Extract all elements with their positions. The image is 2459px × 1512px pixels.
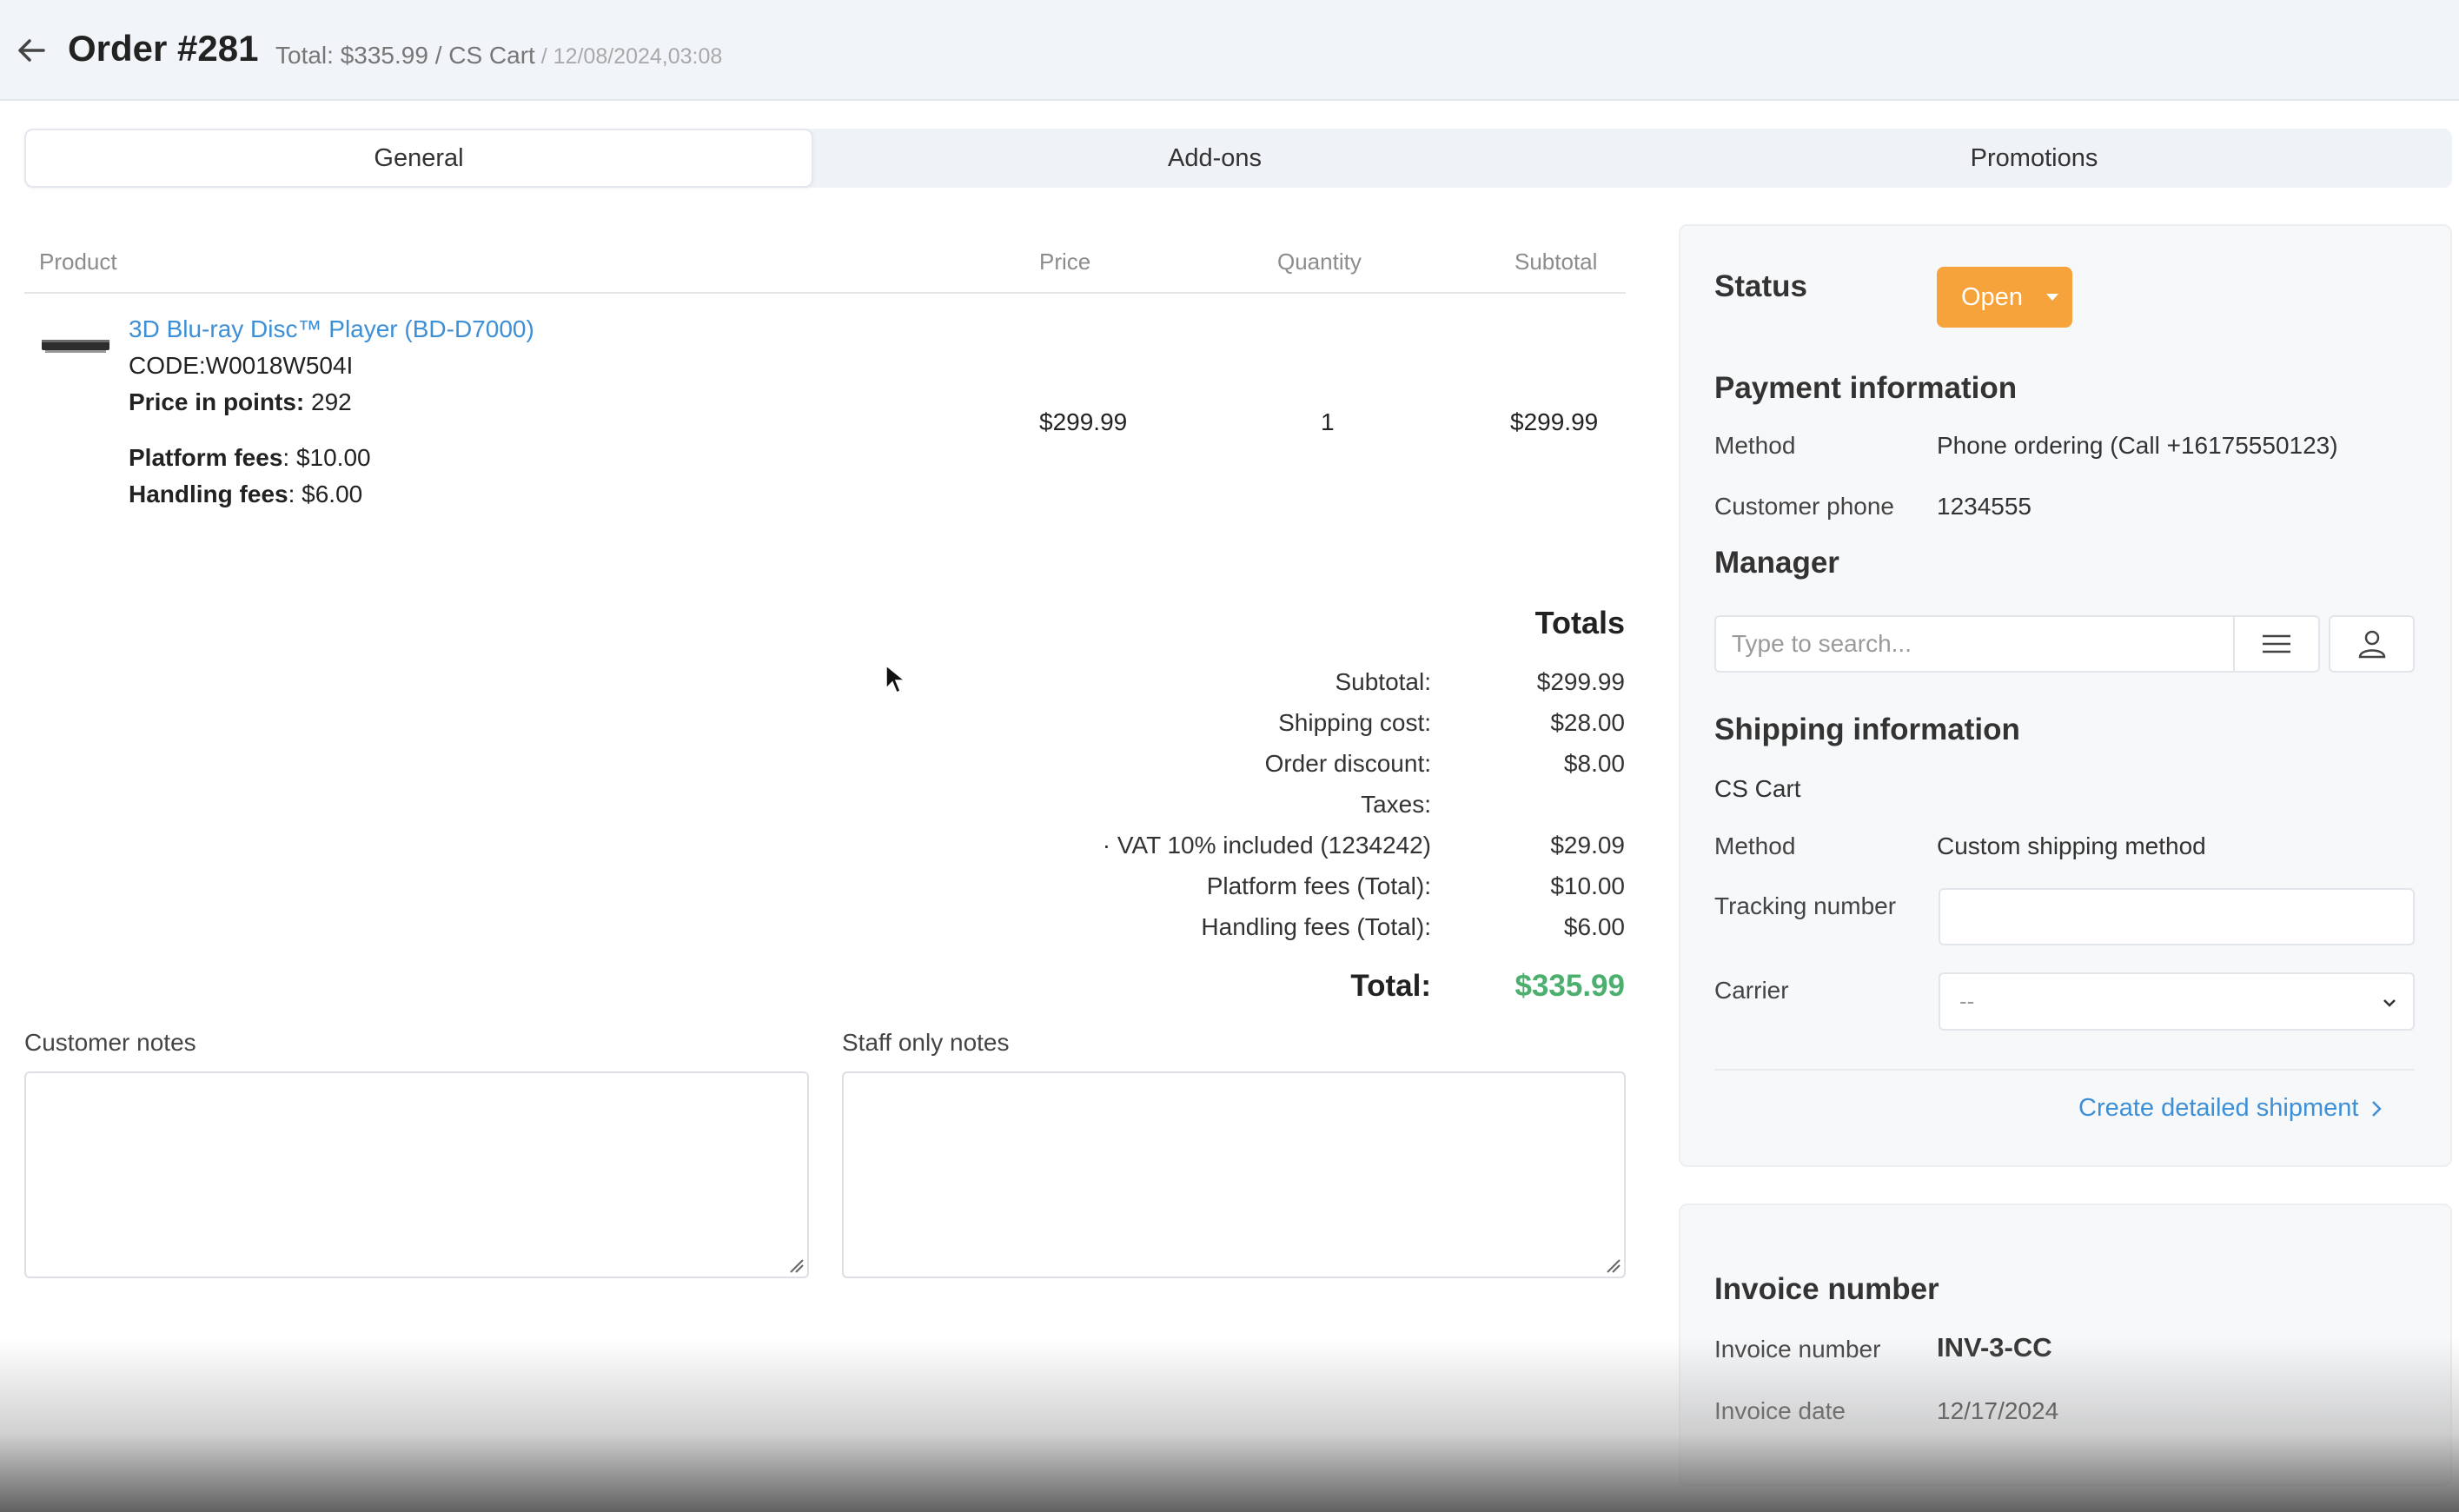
column-header-price: Price <box>1039 249 1091 275</box>
customer-phone-value: 1234555 <box>1937 493 2032 520</box>
column-header-product: Product <box>39 249 117 275</box>
user-icon <box>2358 630 2385 659</box>
tab-add-ons[interactable]: Add-ons <box>813 129 1616 188</box>
totals-shipping-label: Shipping cost: <box>1278 709 1431 736</box>
order-date: / 12/08/2024,03:08 <box>534 44 723 69</box>
tracking-number-input[interactable] <box>1939 888 2415 945</box>
resize-handle-icon[interactable] <box>1604 1257 1621 1274</box>
staff-notes-label: Staff only notes <box>842 1029 1010 1056</box>
invoice-number-value: INV-3-CC <box>1937 1332 2052 1363</box>
shipping-info-heading: Shipping information <box>1714 713 2020 746</box>
invoice-date-value: 12/17/2024 <box>1937 1397 2059 1424</box>
product-name-link[interactable]: 3D Blu-ray Disc™ Player (BD-D7000) <box>129 315 534 343</box>
column-header-quantity: Quantity <box>1277 249 1362 275</box>
create-detailed-shipment-link[interactable]: Create detailed shipment <box>2078 1094 2383 1123</box>
mouse-cursor-icon <box>885 664 907 694</box>
customer-phone-label: Customer phone <box>1714 493 1895 520</box>
totals-taxes-label: Taxes: <box>1361 791 1431 818</box>
totals-heading: Totals <box>1534 605 1625 640</box>
resize-handle-icon[interactable] <box>787 1257 805 1274</box>
tracking-number-label: Tracking number <box>1714 892 1897 919</box>
staff-notes-field[interactable] <box>842 1071 1626 1278</box>
customer-notes-label: Customer notes <box>24 1029 196 1056</box>
total-label: Total: <box>1350 969 1431 1003</box>
order-summary: Total: $335.99 / CS Cart / 12/08/2024,03… <box>275 42 722 70</box>
panel-divider <box>1714 1069 2415 1071</box>
totals-platform-fees-value: $10.00 <box>1550 872 1625 899</box>
total-value: $335.99 <box>1515 969 1625 1003</box>
status-value: Open <box>1961 282 2023 311</box>
product-points: Price in points: 292 <box>129 388 352 416</box>
back-arrow-icon[interactable] <box>14 33 49 68</box>
totals-handling-fees-value: $6.00 <box>1563 913 1625 940</box>
totals-shipping-value: $28.00 <box>1550 709 1625 736</box>
points-label: Price in points: <box>129 388 305 415</box>
platform-fees-value: : $10.00 <box>282 444 371 471</box>
totals-vat-value: $29.09 <box>1550 832 1625 859</box>
totals-handling-fees-label: Handling fees (Total): <box>1201 913 1431 940</box>
shipping-method-value: Custom shipping method <box>1937 832 2206 859</box>
shipping-store-name: CS Cart <box>1714 775 1801 802</box>
payment-method-value: Phone ordering (Call +16175550123) <box>1937 432 2338 459</box>
platform-fees-label: Platform fees <box>129 444 283 471</box>
column-header-subtotal: Subtotal <box>1515 249 1598 275</box>
tab-bar: General Add-ons Promotions <box>24 129 2452 188</box>
totals-subtotal-value: $299.99 <box>1536 668 1625 695</box>
table-divider <box>24 292 1626 294</box>
blu-ray-player-icon <box>42 340 109 353</box>
product-handling-fees: Handling fees: $6.00 <box>129 481 362 508</box>
totals-subtotal-label: Subtotal: <box>1335 668 1431 695</box>
invoice-number-label: Invoice number <box>1714 1336 1881 1363</box>
page-title: Order #281 <box>68 28 259 69</box>
totals-discount-label: Order discount: <box>1264 750 1431 777</box>
product-code: CODE:W0018W504I <box>129 352 354 379</box>
product-subtotal: $299.99 <box>1510 408 1599 435</box>
carrier-selected-value: -- <box>1959 988 1975 1014</box>
manager-list-button[interactable] <box>2233 615 2320 673</box>
carrier-label: Carrier <box>1714 977 1789 1004</box>
product-price: $299.99 <box>1039 408 1128 435</box>
list-icon <box>2263 634 2290 653</box>
caret-down-icon <box>2046 294 2058 301</box>
manager-search-input[interactable] <box>1714 615 2236 673</box>
tab-promotions[interactable]: Promotions <box>1616 129 2452 188</box>
totals-platform-fees-label: Platform fees (Total): <box>1206 872 1431 899</box>
invoice-date-label: Invoice date <box>1714 1397 1846 1424</box>
points-value: 292 <box>304 388 352 415</box>
totals-vat-label: · VAT 10% included (1234242) <box>1102 832 1431 859</box>
page-header: Order #281 Total: $335.99 / CS Cart / 12… <box>0 0 2459 101</box>
chevron-down-icon <box>2383 999 2396 1007</box>
chevron-right-icon <box>2372 1100 2383 1117</box>
payment-method-label: Method <box>1714 432 1796 459</box>
totals-discount-value: $8.00 <box>1563 750 1625 777</box>
handling-fees-value: : $6.00 <box>288 481 363 507</box>
customer-notes-field[interactable] <box>24 1071 809 1278</box>
order-total-store: Total: $335.99 / CS Cart <box>275 42 535 69</box>
invoice-heading: Invoice number <box>1714 1272 1939 1306</box>
payment-info-heading: Payment information <box>1714 371 2018 405</box>
shipping-method-label: Method <box>1714 832 1796 859</box>
status-label: Status <box>1714 269 1807 303</box>
create-shipment-label: Create detailed shipment <box>2078 1094 2359 1122</box>
manager-heading: Manager <box>1714 546 1839 580</box>
tab-general[interactable]: General <box>24 129 813 188</box>
manager-assign-user-button[interactable] <box>2329 615 2415 673</box>
carrier-select[interactable]: -- <box>1939 972 2415 1031</box>
status-dropdown[interactable]: Open <box>1937 267 2072 328</box>
product-quantity: 1 <box>1321 408 1335 435</box>
handling-fees-label: Handling fees <box>129 481 288 507</box>
product-platform-fees: Platform fees: $10.00 <box>129 444 371 472</box>
